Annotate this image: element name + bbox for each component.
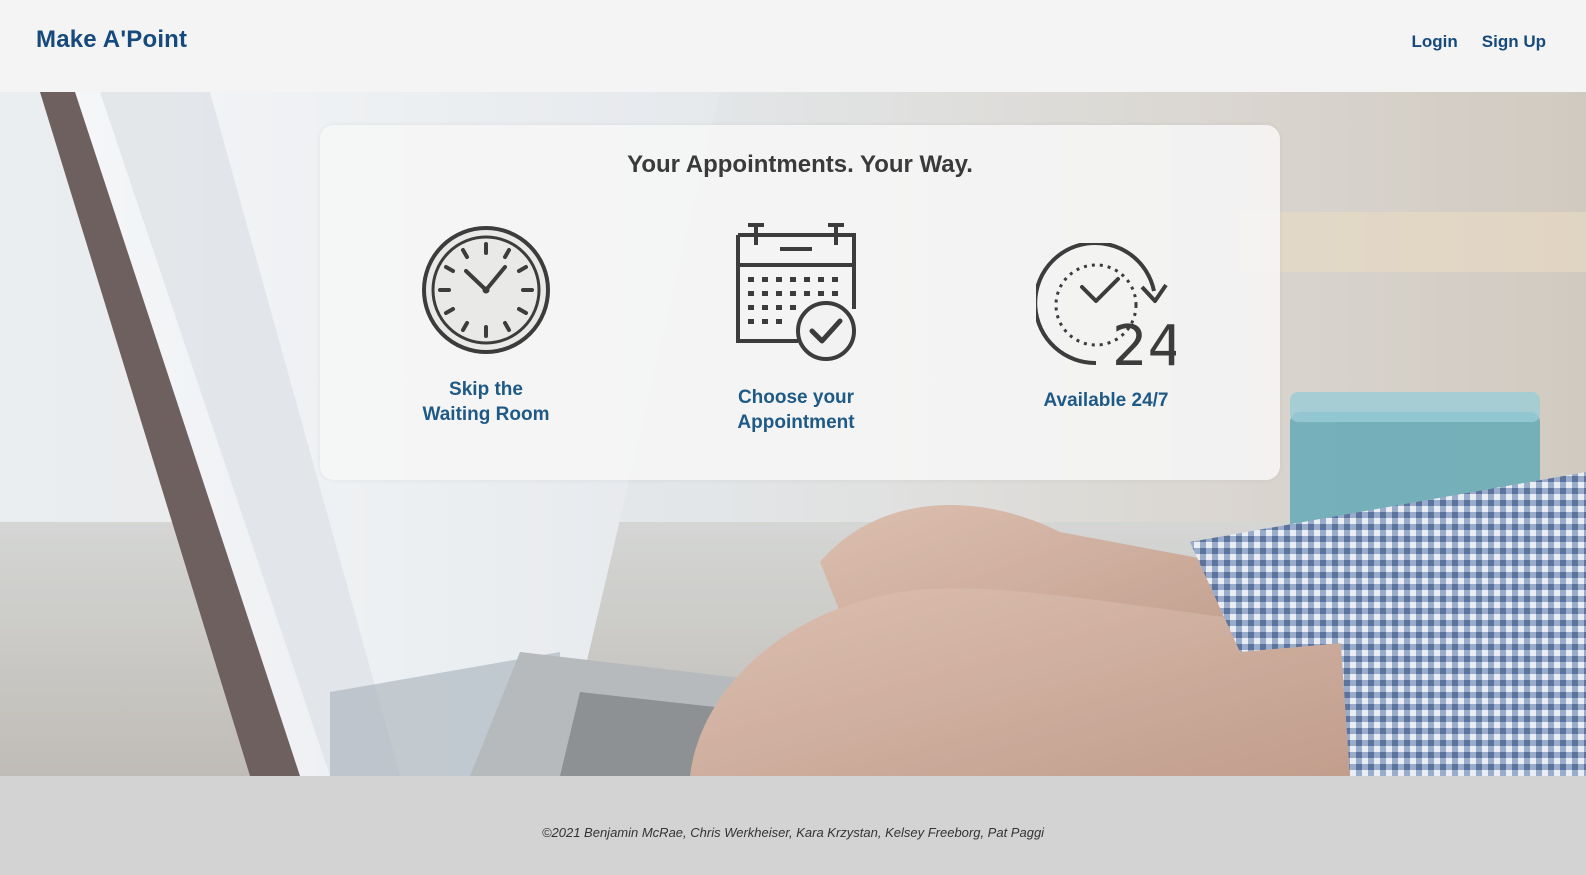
navbar: Make A'Point Login Sign Up [0,0,1586,92]
clock-icon [422,226,550,354]
login-link[interactable]: Login [1412,32,1458,52]
hero-section: Your Appointments. Your Way. Skip the Wa… [0,92,1586,776]
feature-skip-waiting-room: Skip the Waiting Room [376,225,596,427]
footer-credits: ©2021 Benjamin McRae, Chris Werkheiser, … [541,825,1045,840]
footer: ©2021 Benjamin McRae, Chris Werkheiser, … [0,776,1586,875]
signup-link[interactable]: Sign Up [1482,32,1546,52]
feature-choose-appointment: Choose your Appointment [686,223,906,435]
brand-logo[interactable]: Make A'Point [36,26,187,54]
feature-label: Skip the Waiting Room [422,379,550,425]
calendar-check-icon [736,223,856,361]
feature-available-24-7: 24 Available 24/7 [996,243,1216,413]
svg-text:24: 24 [1112,314,1176,368]
available-24-7-icon: 24 [1036,243,1176,368]
card-title: Your Appointments. Your Way. [627,151,973,178]
nav-links: Login Sign Up [1412,32,1546,52]
features-card: Your Appointments. Your Way. Skip the Wa… [320,125,1280,480]
feature-label: Available 24/7 [1043,390,1169,411]
feature-label: Choose your Appointment [737,387,855,433]
